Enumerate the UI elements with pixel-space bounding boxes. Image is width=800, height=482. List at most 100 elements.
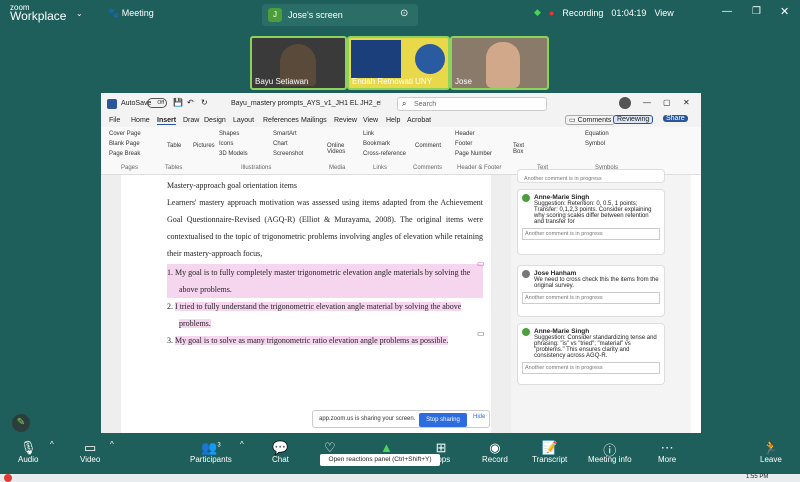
- comment-card[interactable]: Anne-Marie Singh Suggestion: Consider st…: [517, 323, 665, 385]
- link-button[interactable]: Link: [363, 131, 374, 137]
- transcript-label: Transcript: [532, 455, 568, 464]
- video-tile-3[interactable]: Jose: [450, 36, 549, 90]
- shapes-button[interactable]: Shapes: [219, 131, 239, 137]
- hide-button[interactable]: Hide: [473, 414, 485, 420]
- comment-card[interactable]: Anne-Marie Singh Suggestion: Retention: …: [517, 189, 665, 255]
- doc-paragraph: Learners' mastery approach motivation wa…: [167, 198, 483, 258]
- meeting-tab[interactable]: 🐾 Meeting: [108, 8, 154, 19]
- pictures-button[interactable]: Pictures: [193, 143, 215, 149]
- comment-marker-icon[interactable]: ▭: [477, 329, 485, 338]
- tab-mailings[interactable]: Mailings: [301, 117, 327, 124]
- video-button[interactable]: ▭ Video: [80, 440, 100, 464]
- footer-button[interactable]: Footer: [455, 141, 472, 147]
- view-button[interactable]: View: [654, 8, 673, 18]
- share-screen-button[interactable]: ▲: [380, 440, 393, 455]
- logo-image: [415, 44, 445, 74]
- restore-icon[interactable]: ▢: [663, 98, 671, 107]
- tab-help[interactable]: Help: [386, 117, 400, 124]
- comment-card[interactable]: Jose Hanham We need to cross check this …: [517, 265, 665, 317]
- reactions-button[interactable]: ♡: [324, 440, 336, 455]
- header-button[interactable]: Header: [455, 131, 475, 137]
- notification-badge-icon: [4, 474, 12, 482]
- comment-marker-icon[interactable]: ▭: [477, 259, 485, 268]
- file-name[interactable]: Bayu_mastery prompts_AYS_v1_JH1 EL JH2_e…: [231, 100, 381, 107]
- chevron-up-icon[interactable]: ^: [110, 440, 114, 449]
- icons-button[interactable]: Icons: [219, 141, 233, 147]
- chevron-up-icon[interactable]: ^: [240, 440, 244, 449]
- share-banner: app.zoom.us is sharing your screen. Stop…: [312, 410, 490, 428]
- chevron-down-icon[interactable]: ⌄: [76, 9, 83, 18]
- tab-view[interactable]: View: [363, 117, 378, 124]
- tab-file[interactable]: File: [109, 117, 120, 124]
- tab-references[interactable]: References: [263, 117, 299, 124]
- cross-reference-button[interactable]: Cross-reference: [363, 151, 406, 157]
- page-number-button[interactable]: Page Number: [455, 151, 492, 157]
- cover-page-button[interactable]: Cover Page: [109, 131, 141, 137]
- tab-layout[interactable]: Layout: [233, 117, 254, 124]
- record-button[interactable]: ◉ Record: [482, 440, 508, 464]
- tab-draw[interactable]: Draw: [183, 117, 199, 124]
- transcript-button[interactable]: 📝 Transcript: [532, 440, 567, 464]
- online-videos-button[interactable]: Online Videos: [327, 143, 351, 155]
- comment-reply-input[interactable]: Another comment is in progress: [522, 228, 660, 240]
- undo-icon[interactable]: ↶: [187, 98, 194, 107]
- tab-design[interactable]: Design: [204, 117, 226, 124]
- apps-icon: ⊞: [435, 440, 447, 455]
- autosave-toggle[interactable]: Off: [147, 98, 167, 108]
- participants-label: Participants: [190, 455, 232, 464]
- 3d-models-button[interactable]: 3D Models: [219, 151, 248, 157]
- table-button[interactable]: Table: [167, 143, 181, 149]
- tab-acrobat[interactable]: Acrobat: [407, 117, 431, 124]
- avatar[interactable]: [619, 97, 631, 109]
- close-icon[interactable]: ✕: [683, 98, 690, 107]
- video-tile-1[interactable]: Bayu Setiawan: [250, 36, 347, 90]
- stop-sharing-button[interactable]: Stop sharing: [419, 413, 467, 427]
- participant-name: Bayu Setiawan: [255, 77, 309, 86]
- symbol-button[interactable]: Symbol: [585, 141, 605, 147]
- share-avatar: J: [268, 8, 282, 22]
- minimize-icon[interactable]: —: [722, 6, 732, 17]
- save-icon[interactable]: 💾: [173, 98, 183, 107]
- chevron-up-icon[interactable]: ^: [50, 440, 54, 449]
- comment-button[interactable]: Comment: [415, 143, 441, 149]
- tab-insert[interactable]: Insert: [157, 117, 177, 125]
- chart-button[interactable]: Chart: [273, 141, 288, 147]
- comment-author: Anne-Marie Singh: [534, 328, 590, 335]
- document-body[interactable]: Mastery-approach goal orientation items …: [167, 177, 483, 349]
- more-button[interactable]: ⋯ More: [658, 440, 676, 464]
- group-label: Header & Footer: [457, 165, 502, 171]
- reviewing-button[interactable]: Reviewing: [613, 115, 654, 124]
- restore-icon[interactable]: ❐: [752, 6, 761, 17]
- comments-button[interactable]: ▭ Comments: [565, 115, 616, 125]
- meeting-info-button[interactable]: ⓘ Meeting info: [588, 440, 632, 464]
- comment-reply-input[interactable]: Another comment is in progress: [522, 292, 660, 304]
- comment-reply-input[interactable]: Another comment is in progress: [522, 362, 660, 374]
- more-options-icon[interactable]: ⊙: [400, 8, 408, 19]
- zoom-top-bar: zoom Workplace ⌄ 🐾 Meeting J Jose's scre…: [0, 0, 800, 30]
- equation-button[interactable]: Equation: [585, 131, 609, 137]
- smartart-button[interactable]: SmartArt: [273, 131, 297, 137]
- tab-review[interactable]: Review: [334, 117, 357, 124]
- bookmark-button[interactable]: Bookmark: [363, 141, 390, 147]
- list-item: 2. I tried to fully understand the trigo…: [167, 298, 483, 332]
- participants-button[interactable]: 👥3 Participants: [190, 440, 232, 464]
- text-box-button[interactable]: Text Box: [513, 143, 531, 155]
- leave-button[interactable]: 🏃 Leave: [760, 440, 782, 464]
- people-icon: 👥3: [201, 440, 221, 455]
- search-box[interactable]: ⌕ Search: [397, 97, 547, 111]
- audio-button[interactable]: 🎙 Audio: [18, 440, 38, 464]
- close-icon[interactable]: ✕: [780, 5, 789, 18]
- screen-share-pill[interactable]: J Jose's screen ⊙: [262, 4, 418, 26]
- video-tile-2[interactable]: Endah Retnowati UNY: [347, 36, 450, 90]
- minimize-icon[interactable]: —: [643, 98, 651, 107]
- document-page[interactable]: Mastery-approach goal orientation items …: [121, 175, 491, 433]
- redo-icon[interactable]: ↻: [201, 98, 208, 107]
- comment-card[interactable]: Another comment is in progress: [517, 169, 665, 183]
- share-button[interactable]: Share: [663, 115, 688, 122]
- pencil-icon[interactable]: ✎: [12, 414, 30, 432]
- tab-home[interactable]: Home: [131, 117, 150, 124]
- page-break-button[interactable]: Page Break: [109, 151, 140, 157]
- blank-page-button[interactable]: Blank Page: [109, 141, 140, 147]
- screenshot-button[interactable]: Screenshot: [273, 151, 303, 157]
- chat-button[interactable]: 💬 Chat: [272, 440, 289, 464]
